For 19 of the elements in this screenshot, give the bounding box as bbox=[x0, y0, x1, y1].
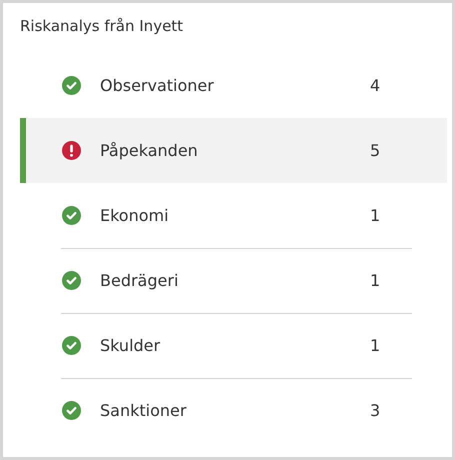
category-row[interactable]: Observationer 4 bbox=[20, 53, 447, 118]
panel-title: Riskanalys från Inyett bbox=[20, 16, 184, 37]
category-label: Observationer bbox=[100, 76, 215, 95]
category-label: Skulder bbox=[100, 336, 162, 355]
category-label: Bedrägeri bbox=[100, 271, 180, 290]
category-count: 1 bbox=[370, 206, 380, 225]
category-row[interactable]: Ekonomi 1 bbox=[20, 183, 447, 248]
category-label: Påpekanden bbox=[100, 141, 199, 160]
category-count: 1 bbox=[370, 336, 380, 355]
category-count: 5 bbox=[370, 141, 380, 160]
category-label: Ekonomi bbox=[100, 206, 170, 225]
category-row[interactable]: Sanktioner 3 bbox=[20, 378, 447, 443]
category-row[interactable]: Skulder 1 bbox=[20, 313, 447, 378]
category-count: 3 bbox=[370, 401, 380, 420]
category-row[interactable]: Bedrägeri 1 bbox=[20, 248, 447, 313]
category-count: 4 bbox=[370, 76, 380, 95]
category-label: Sanktioner bbox=[100, 401, 188, 420]
category-row[interactable]: Påpekanden 5 bbox=[20, 118, 447, 183]
category-count: 1 bbox=[370, 271, 380, 290]
